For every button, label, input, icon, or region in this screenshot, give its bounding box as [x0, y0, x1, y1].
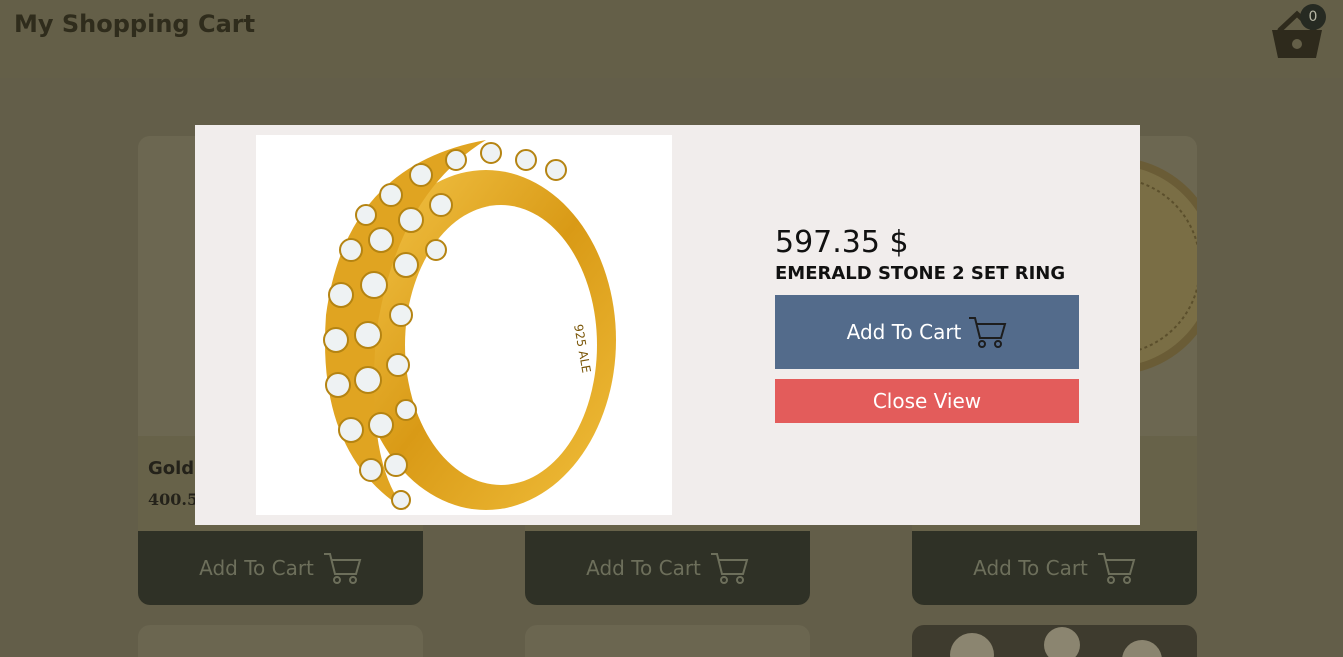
- product-card: [138, 625, 423, 657]
- modal-add-to-cart-button[interactable]: Add To Cart: [775, 295, 1079, 369]
- add-to-cart-button[interactable]: Add To Cart: [138, 531, 423, 605]
- modal-add-to-cart-label: Add To Cart: [846, 320, 962, 344]
- product-card: [525, 625, 810, 657]
- app-title: My Shopping Cart: [14, 10, 256, 38]
- close-view-button[interactable]: Close View: [775, 379, 1079, 423]
- shopping-cart-icon: [1097, 553, 1136, 584]
- close-view-label: Close View: [872, 389, 982, 413]
- product-card: [912, 625, 1197, 657]
- modal-product-name: EMERALD STONE 2 SET RING: [775, 263, 1066, 284]
- add-to-cart-button[interactable]: Add To Cart: [525, 531, 810, 605]
- add-to-cart-button[interactable]: Add To Cart: [912, 531, 1197, 605]
- add-to-cart-label: Add To Cart: [973, 556, 1088, 580]
- add-to-cart-label: Add To Cart: [199, 556, 314, 580]
- add-to-cart-label: Add To Cart: [586, 556, 701, 580]
- modal-product-price: 597.35 $: [775, 225, 909, 260]
- product-price: 400.5: [148, 490, 199, 509]
- cart-count-badge: 0: [1300, 4, 1326, 30]
- header: My Shopping Cart 0: [0, 0, 1343, 78]
- product-name: Gold: [148, 458, 195, 479]
- flower-image: [950, 627, 1162, 657]
- header-cart-button[interactable]: 0: [1270, 4, 1330, 60]
- gold-ring-image: 925 ALE: [323, 140, 616, 510]
- product-image: 925 ALE: [256, 135, 672, 515]
- shopping-cart-icon: [969, 317, 1007, 348]
- product-quick-view-modal: 925 ALE 597.35 $ EMERALD STONE 2 SET RIN…: [195, 125, 1140, 525]
- shopping-cart-icon: [323, 553, 362, 584]
- shopping-cart-icon: [710, 553, 749, 584]
